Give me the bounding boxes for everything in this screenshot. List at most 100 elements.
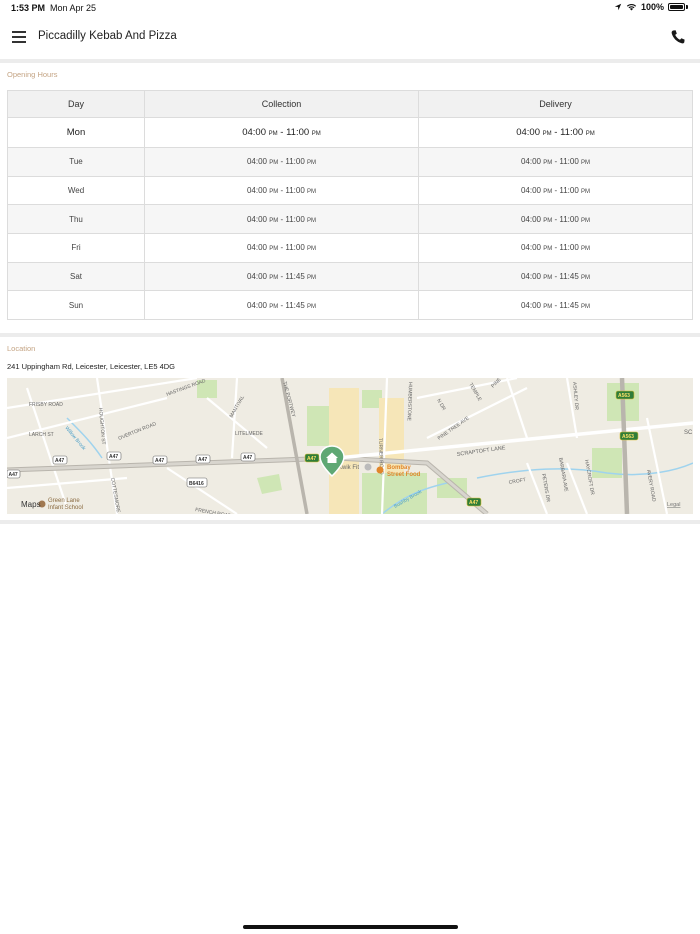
svg-text:A47: A47 (109, 454, 118, 460)
table-header-row: Day Collection Delivery (7, 90, 693, 118)
column-header-collection: Collection (144, 90, 419, 118)
time-separator: - (280, 157, 284, 167)
close-time: 11:00 (559, 157, 579, 167)
open-time: 04:00 (246, 214, 267, 224)
ampm-label: PM (543, 189, 553, 196)
svg-text:A563: A563 (622, 434, 634, 440)
open-time: 04:00 (520, 300, 541, 310)
ampm-label: PM (269, 303, 279, 310)
road-shield: B6416 (186, 477, 208, 488)
battery-tip (686, 5, 688, 9)
ampm-label: PM (269, 275, 279, 282)
poi-green-lane: Green Lane (48, 498, 80, 504)
road-shield: A47 (152, 455, 168, 465)
ampm-label: PM (311, 131, 321, 137)
close-time: 11:00 (285, 157, 305, 167)
table-row: Thu 04:00 PM - 11:00 PM 04:00 PM - 11:00… (7, 204, 693, 235)
open-time: 04:00 (520, 157, 541, 167)
ampm-label: PM (543, 217, 553, 224)
ampm-label: PM (269, 160, 279, 167)
ampm-label: PM (269, 246, 279, 253)
street-label: LARCH ST (29, 432, 54, 438)
time-separator: - (554, 272, 558, 282)
column-header-day: Day (7, 90, 145, 118)
ampm-label: PM (581, 303, 591, 310)
time-separator: - (280, 186, 284, 196)
open-time: 04:00 (520, 214, 541, 224)
ampm-label: PM (307, 303, 317, 310)
time-separator: - (280, 300, 284, 310)
restaurant-icon (376, 466, 384, 474)
header-divider (0, 59, 700, 63)
legal-link[interactable]: Legal (667, 502, 680, 508)
section-divider (0, 520, 700, 524)
svg-text:A563: A563 (618, 393, 630, 399)
ampm-label: PM (581, 246, 591, 253)
close-time: 11:00 (559, 243, 579, 253)
open-time: 04:00 (246, 272, 267, 282)
map-canvas: FRISBY ROAD HASTINGS ROAD OVERTON ROAD H… (7, 378, 693, 514)
map-attribution: Maps (21, 500, 41, 509)
time-separator: - (554, 127, 558, 138)
location-map[interactable]: FRISBY ROAD HASTINGS ROAD OVERTON ROAD H… (7, 378, 693, 514)
delivery-hours-cell: 04:00 PM - 11:00 PM (418, 233, 693, 263)
ampm-label: PM (307, 275, 317, 282)
svg-text:A47: A47 (307, 456, 316, 462)
phone-icon[interactable] (670, 29, 686, 45)
close-time: 11:00 (560, 127, 584, 138)
ampm-label: PM (581, 217, 591, 224)
ampm-label: PM (581, 189, 591, 196)
delivery-hours-cell: 04:00 PM - 11:45 PM (418, 261, 693, 292)
close-time: 11:45 (285, 300, 305, 310)
collection-hours-cell: 04:00 PM - 11:00 PM (144, 147, 419, 177)
svg-text:B6416: B6416 (189, 481, 204, 487)
ampm-label: PM (543, 303, 553, 310)
open-time: 04:00 (520, 243, 541, 253)
close-time: 11:00 (285, 214, 305, 224)
delivery-hours-cell: 04:00 PM - 11:00 PM (418, 147, 693, 177)
home-indicator[interactable] (243, 925, 458, 929)
time-separator: - (554, 157, 558, 167)
hamburger-menu-icon[interactable] (12, 31, 26, 43)
svg-text:A47: A47 (243, 455, 252, 461)
time-separator: - (280, 243, 284, 253)
ampm-label: PM (269, 217, 279, 224)
ampm-label: PM (585, 131, 595, 137)
svg-text:A47: A47 (469, 500, 478, 506)
ampm-label: PM (542, 131, 552, 137)
column-header-delivery: Delivery (418, 90, 693, 118)
time-separator: - (280, 214, 284, 224)
road-shield: A47 (304, 453, 320, 463)
day-cell: Mon (7, 117, 145, 148)
collection-hours-cell: 04:00 PM - 11:45 PM (144, 290, 419, 321)
day-cell: Tue (7, 147, 145, 177)
ampm-label: PM (307, 160, 317, 167)
page-title: Piccadilly Kebab And Pizza (38, 30, 177, 42)
time-separator: - (280, 127, 284, 138)
battery-percent: 100% (640, 2, 664, 12)
delivery-hours-cell: 04:00 PM - 11:00 PM (418, 117, 693, 148)
opening-hours-label: Opening Hours (7, 70, 58, 79)
status-time: 1:53 PM (11, 3, 46, 13)
road-shield: A563 (615, 390, 635, 400)
wifi-icon (626, 3, 637, 11)
day-cell: Sun (7, 290, 145, 321)
time-separator: - (554, 186, 558, 196)
ampm-label: PM (269, 189, 279, 196)
table-row: Tue 04:00 PM - 11:00 PM 04:00 PM - 11:00… (7, 147, 693, 177)
collection-hours-cell: 04:00 PM - 11:00 PM (144, 175, 419, 206)
poi-marker-icon (364, 463, 372, 471)
ampm-label: PM (307, 189, 317, 196)
svg-text:A47: A47 (9, 472, 18, 478)
road-shield: A47 (52, 455, 68, 465)
ampm-label: PM (543, 246, 553, 253)
collection-hours-cell: 04:00 PM - 11:00 PM (144, 233, 419, 263)
time-separator: - (554, 300, 558, 310)
open-time: 04:00 (246, 300, 267, 310)
ampm-label: PM (543, 160, 553, 167)
location-label: Location (7, 344, 36, 353)
day-cell: Sat (7, 261, 145, 292)
table-row: Fri 04:00 PM - 11:00 PM 04:00 PM - 11:00… (7, 233, 693, 263)
road-shield: A47 (7, 469, 21, 479)
time-separator: - (554, 214, 558, 224)
